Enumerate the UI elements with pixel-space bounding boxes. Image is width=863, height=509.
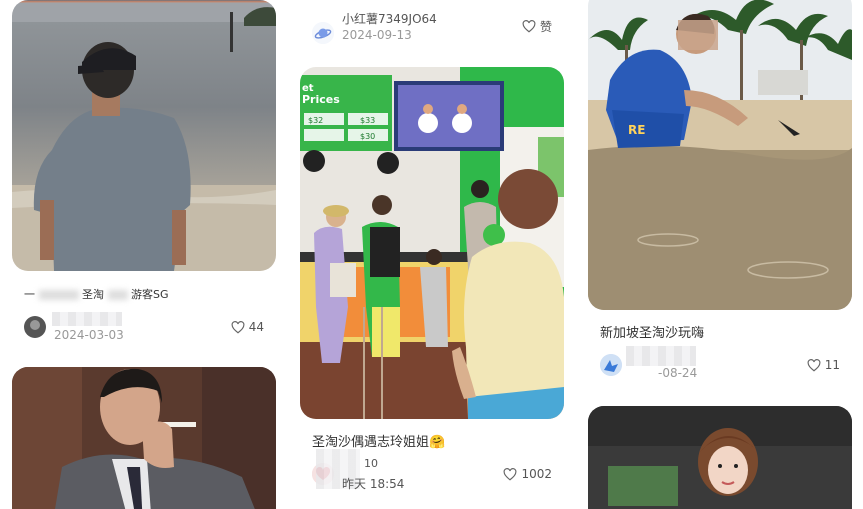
man-in-suit-photo xyxy=(12,367,276,509)
like-button[interactable]: 赞 xyxy=(522,18,552,35)
note-date: 2024-09-13 xyxy=(342,28,412,42)
note-card[interactable]: 小红薯7349JO64 2024-09-13 赞 xyxy=(300,0,564,60)
avatar[interactable] xyxy=(24,316,46,338)
price-text: $32 xyxy=(308,116,323,125)
author-name[interactable]: 10 xyxy=(364,457,378,470)
shirt-text: RE xyxy=(628,123,645,137)
avatar[interactable] xyxy=(312,22,334,44)
note-cover-image[interactable] xyxy=(588,406,852,509)
blurred-author-name xyxy=(52,312,122,326)
blurred-author-name xyxy=(626,346,696,366)
note-title-text: 圣淘沙偶遇志玲姐姐 xyxy=(312,435,430,450)
hug-emoji-icon: 🤗 xyxy=(429,435,446,450)
note-cover-image[interactable] xyxy=(12,0,276,271)
like-button[interactable]: 11 xyxy=(807,358,840,372)
note-title-text: 游客SG xyxy=(131,288,169,301)
banner-text: Prices xyxy=(302,93,340,106)
note-title-text: 圣淘 xyxy=(82,288,104,301)
price-text: $33 xyxy=(360,116,375,125)
note-meta: 10 昨天 18:54 1002 xyxy=(312,449,552,491)
author-name[interactable]: 小红薯7349JO64 xyxy=(342,10,437,27)
blurred-text xyxy=(107,290,128,300)
beach-sunset-photo xyxy=(12,0,276,271)
heart-icon xyxy=(231,320,245,333)
note-date: 2024-03-03 xyxy=(54,328,124,342)
note-meta: -08-24 11 xyxy=(600,346,840,380)
heart-icon xyxy=(807,358,821,371)
heart-icon xyxy=(522,20,536,33)
note-meta: 2024-03-03 44 xyxy=(24,312,264,342)
note-title[interactable]: 一 圣淘 游客SG xyxy=(24,286,169,302)
note-cover-image[interactable]: RE xyxy=(588,0,852,310)
blurred-text xyxy=(38,290,79,300)
note-title[interactable]: 圣淘沙偶遇志玲姐姐🤗 xyxy=(312,431,445,450)
note-date: 昨天 18:54 xyxy=(342,477,405,491)
like-count: 44 xyxy=(248,320,264,334)
note-meta: 小红薯7349JO64 2024-09-13 赞 xyxy=(312,12,552,44)
like-button[interactable]: 44 xyxy=(231,320,264,334)
price-text: $30 xyxy=(360,132,375,141)
child-on-beach-photo: RE xyxy=(588,0,852,310)
avatar[interactable] xyxy=(600,354,622,376)
note-cover-image[interactable] xyxy=(12,367,276,509)
heart-icon xyxy=(504,467,517,480)
note-cover-image[interactable]: et Prices $32 $33 $30 xyxy=(300,67,564,419)
ticket-counter-photo: et Prices $32 $33 $30 xyxy=(300,67,564,419)
like-count: 1002 xyxy=(521,467,552,481)
woman-portrait-photo xyxy=(588,406,852,509)
note-date: -08-24 xyxy=(658,366,698,380)
note-title[interactable]: 新加坡圣淘沙玩嗨 xyxy=(600,322,704,341)
like-label: 赞 xyxy=(539,20,552,34)
like-count: 11 xyxy=(824,358,840,372)
note-title-text: 一 xyxy=(24,288,35,301)
like-button[interactable]: 1002 xyxy=(503,467,552,481)
